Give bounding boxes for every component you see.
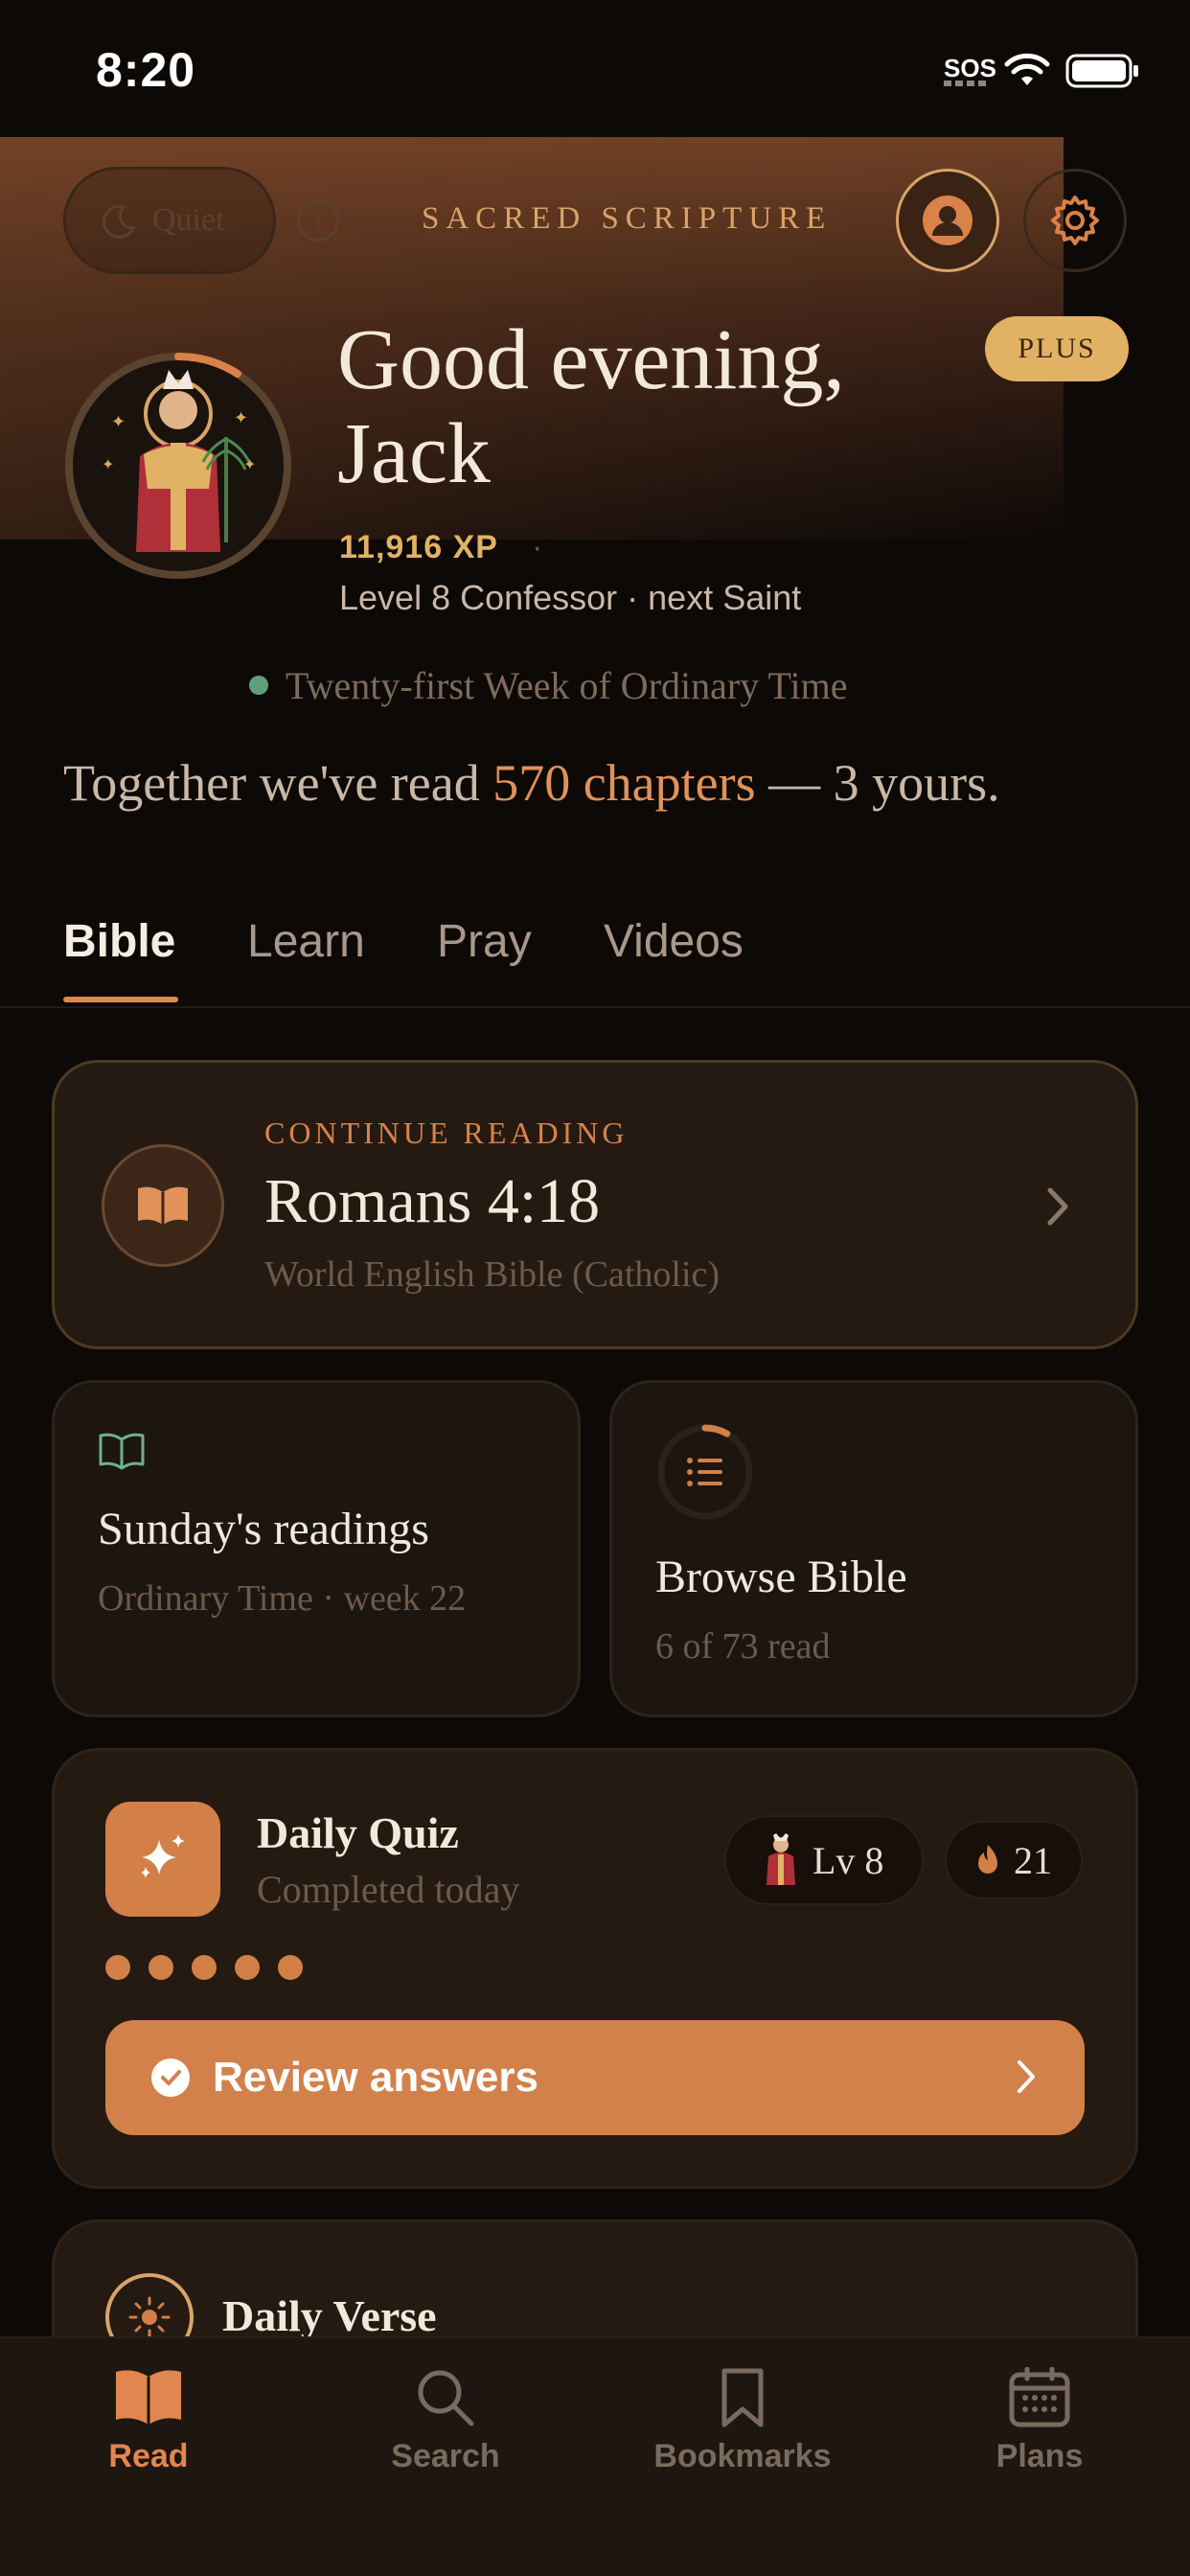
sunday-readings-subtitle: Ordinary Time · week 22 — [98, 1578, 467, 1619]
book-icon-circle — [102, 1144, 224, 1267]
info-icon[interactable]: i — [297, 199, 339, 242]
nav-read-label: Read — [108, 2438, 189, 2474]
liturgical-season: Twenty-first Week of Ordinary Time — [286, 664, 848, 707]
gear-icon — [1051, 196, 1099, 245]
quiz-answer-dot — [235, 1955, 260, 1980]
flame-icon — [978, 1845, 997, 1874]
saint-mini-icon — [767, 1833, 795, 1885]
sunday-readings-title: Sunday's readings — [98, 1504, 429, 1554]
quiet-mode-button[interactable]: Quiet — [63, 167, 276, 274]
tab-bible[interactable]: Bible — [63, 915, 175, 968]
bookmark-icon — [721, 2368, 764, 2427]
daily-verse-title: Daily Verse — [222, 2291, 437, 2340]
level-text: Level 8 Confessor · next Saint — [339, 578, 802, 617]
chevron-right-icon — [1018, 2060, 1035, 2093]
community-reading-stat: Together we've read 570 chapters — 3 you… — [63, 753, 1000, 813]
status-time: 8:20 — [96, 43, 196, 97]
quiz-answer-dot — [105, 1955, 130, 1980]
daily-quiz-title: Daily Quiz — [257, 1808, 459, 1857]
streak-count: 21 — [1014, 1838, 1052, 1882]
season-indicator-dot — [249, 676, 268, 695]
nav-plans-label: Plans — [995, 2438, 1084, 2474]
nav-read[interactable]: Read — [34, 2367, 263, 2475]
chevron-right-icon — [1047, 1187, 1068, 1226]
calendar-icon — [1009, 2367, 1070, 2427]
tab-divider — [0, 1006, 1190, 1008]
quiz-answer-dot — [278, 1955, 303, 1980]
streak-pill[interactable]: 21 — [945, 1821, 1083, 1899]
svg-text:✦: ✦ — [111, 412, 126, 432]
saint-avatar[interactable]: ✦ ✦ ✦ ✦ — [63, 351, 293, 581]
sparkles-icon-tile — [105, 1802, 220, 1917]
nav-search[interactable]: Search — [331, 2367, 561, 2475]
together-suffix: — 3 yours. — [755, 754, 1000, 812]
open-book-icon — [138, 1186, 188, 1225]
daily-quiz-status: Completed today — [257, 1868, 520, 1911]
book-outline-icon — [99, 1433, 145, 1470]
together-prefix: Together we've read — [63, 754, 493, 812]
greeting-line-1: Good evening, — [337, 312, 845, 407]
settings-button[interactable] — [1023, 169, 1127, 272]
greeting-name: Jack — [337, 406, 491, 501]
tab-pray[interactable]: Pray — [437, 915, 532, 968]
profile-button[interactable] — [896, 169, 999, 272]
chapters-highlight: 570 chapters — [492, 754, 756, 812]
plus-badge[interactable]: PLUS — [985, 316, 1129, 381]
level-pill-text: Lv 8 — [812, 1838, 884, 1882]
tab-videos[interactable]: Videos — [604, 915, 744, 968]
check-circle-icon — [151, 2058, 190, 2097]
sos-indicator: SOS — [944, 54, 996, 82]
level-pill[interactable]: Lv 8 — [724, 1815, 924, 1905]
list-progress-icon — [657, 1424, 753, 1520]
tab-learn[interactable]: Learn — [247, 915, 365, 968]
active-tab-indicator — [63, 997, 178, 1002]
sun-icon — [128, 2296, 171, 2338]
xp-separator: · — [532, 529, 543, 565]
browse-bible-progress: 6 of 73 read — [655, 1626, 831, 1667]
continue-reading-label: CONTINUE READING — [264, 1116, 629, 1150]
sparkles-icon — [141, 1834, 185, 1878]
continue-reading-reference: Romans 4:18 — [264, 1166, 601, 1236]
nav-plans[interactable]: Plans — [925, 2367, 1155, 2475]
wifi-icon — [1004, 53, 1050, 85]
nav-bookmarks-label: Bookmarks — [653, 2438, 832, 2474]
search-icon — [418, 2370, 474, 2426]
nav-bookmarks[interactable]: Bookmarks — [628, 2367, 858, 2475]
svg-text:✦: ✦ — [234, 408, 248, 428]
browse-bible-title: Browse Bible — [655, 1552, 907, 1602]
open-book-icon — [116, 2370, 181, 2425]
app-title: SACRED SCRIPTURE — [422, 201, 833, 236]
battery-icon — [1065, 54, 1138, 88]
svg-text:✦: ✦ — [102, 455, 114, 473]
review-answers-label: Review answers — [213, 2054, 538, 2101]
nav-search-label: Search — [391, 2438, 500, 2474]
xp-value: 11,916 XP — [339, 529, 498, 565]
bible-version: World English Bible (Catholic) — [264, 1254, 721, 1295]
profile-icon — [923, 196, 973, 245]
quiz-answer-dot — [149, 1955, 173, 1980]
signal-dots — [944, 80, 990, 86]
svg-text:✦: ✦ — [243, 455, 256, 473]
quiz-answer-dot — [192, 1955, 217, 1980]
moon-icon — [102, 204, 136, 239]
review-answers-button[interactable]: Review answers — [105, 2020, 1085, 2135]
quiet-label: Quiet — [152, 202, 225, 238]
